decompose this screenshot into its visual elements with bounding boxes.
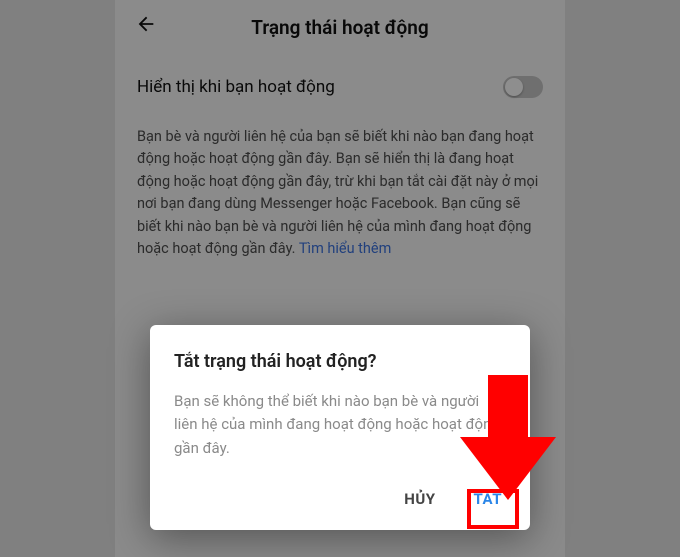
cancel-button[interactable]: HỦY [400, 482, 439, 516]
active-status-toggle[interactable] [503, 76, 543, 98]
active-status-toggle-row: Hiển thị khi bạn hoạt động [137, 76, 543, 98]
dialog-actions: HỦY TẮT [174, 482, 506, 516]
active-status-description: Bạn bè và người liên hệ của bạn sẽ biết … [137, 126, 543, 261]
confirm-off-button[interactable]: TẮT [470, 482, 507, 516]
header-bar: Trạng thái hoạt động [115, 0, 565, 54]
content-area: Hiển thị khi bạn hoạt động Bạn bè và ngư… [115, 54, 565, 261]
learn-more-link[interactable]: Tìm hiểu thêm [299, 240, 391, 257]
back-arrow-icon[interactable] [135, 13, 157, 41]
toggle-knob-icon [505, 78, 523, 96]
dialog-title: Tắt trạng thái hoạt động? [174, 351, 506, 372]
page-title: Trạng thái hoạt động [115, 16, 565, 39]
confirm-dialog: Tắt trạng thái hoạt động? Bạn sẽ không t… [150, 325, 530, 530]
description-text: Bạn bè và người liên hệ của bạn sẽ biết … [137, 128, 538, 257]
dialog-body-text: Bạn sẽ không thể biết khi nào bạn bè và … [174, 390, 506, 460]
active-status-toggle-label: Hiển thị khi bạn hoạt động [137, 77, 335, 97]
